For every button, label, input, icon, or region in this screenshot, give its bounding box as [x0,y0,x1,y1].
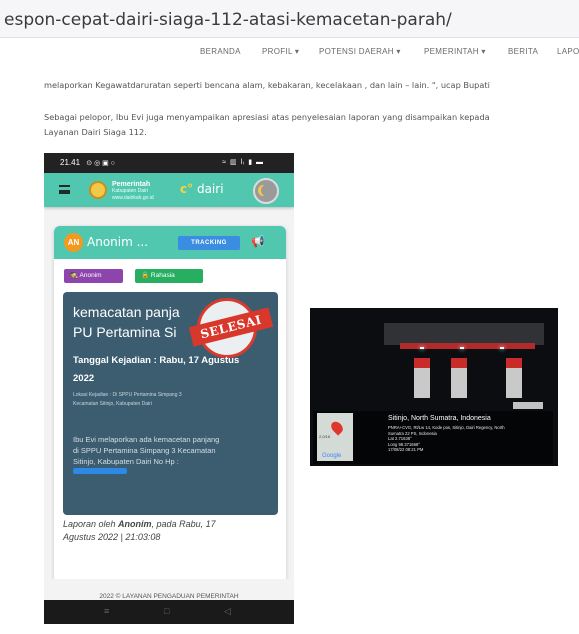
home-icon: □ [164,606,170,616]
incident-date-line-1: Tanggal Kejadian : Rabu, 17 Agustus [73,355,240,366]
app-logo-line-1: Pemerintah [112,181,151,188]
station-canopy [384,323,544,345]
status-left-icons: ⊙ ◎ ▣ ○ [86,160,115,167]
avatar: AN [64,233,83,252]
dairi-brand-text: dairi [196,182,224,196]
report-detail: kemacatan panja PU Pertamina Si SELESAI … [63,292,278,515]
incident-location: Lokasi Kejadian : Di SPPU Pertamina Simp… [73,391,273,409]
byline-name: Anonim [118,519,152,529]
menu-icon [59,185,70,194]
site-nav: BERANDA PROFIL ▾ POTENSI DAERAH ▾ PEMERI… [0,38,579,64]
article-paragraph-2-line-1: Sebagai pelopor, Ibu Evi juga menyampaik… [44,112,490,122]
report-card-header: AN Anonim ... TRACKING 📢 [54,226,286,259]
tracking-button: TRACKING [178,236,240,250]
status-time: 21.41 [60,158,81,167]
fuel-pump [506,358,522,398]
gas-station-photo: 2,0/16 Google Sitinjo, North Sumatra, In… [310,308,558,466]
reporter-name: Anonim ... [87,235,149,249]
android-nav-bar: ≡ □ ◁ [44,600,294,624]
byline-prefix: Laporan oleh [63,519,119,529]
status-right-icons: ≈ ▥ lᵢ ▮ ▬ [222,159,264,166]
canopy-light [460,347,464,349]
nav-item-beranda[interactable]: BERANDA [200,47,241,56]
incident-date: Tanggal Kejadian : Rabu, 17 Agustus 2022 [73,352,273,388]
fuel-pump [414,358,430,398]
report-byline: Laporan oleh Anonim, pada Rabu, 17 Agust… [63,518,278,544]
canopy-light [500,347,504,349]
app-header: Pemerintah Kabupaten Dairi www.dairikab.… [44,173,294,207]
gps-overlay: 2,0/16 Google Sitinjo, North Sumatra, In… [313,402,553,464]
anonim-badge: 🕵 Anonim [64,269,123,283]
incognito-icon: 🕵 [70,272,79,279]
report-body-line-1: Ibu Evi melaporkan ada kemacetan panjang [73,435,220,444]
gps-location-title: Sitinjo, North Sumatra, Indonesia [388,415,491,422]
report-body-line-3: Sitinjo, Kabupaten Dairi No Hp : [73,457,179,466]
nav-item-lapo[interactable]: LAPO [557,47,579,56]
app-logo-text: Pemerintah Kabupaten Dairi www.dairikab.… [112,181,154,202]
report-card: AN Anonim ... TRACKING 📢 🕵 Anonim 🔒 Raha… [54,226,286,609]
app-logo-line-2: Kabupaten Dairi [112,188,148,194]
report-body-line-2: di SPPU Pertamina Simpang 3 Kecamatan [73,446,216,455]
nav-item-berita[interactable]: BERITA [508,47,538,56]
gps-camera-watermark [513,402,543,409]
redacted-phone-number [73,468,127,474]
report-title-line-1: kemacatan panja [73,304,180,320]
fuel-pump [451,358,467,398]
report-title-line-2: PU Pertamina Si [73,324,177,340]
anonim-badge-label: Anonim [79,272,102,279]
url-text[interactable]: espon-cepat-dairi-siaga-112-atasi-kemace… [4,10,452,30]
megaphone-icon: 📢 [251,236,265,248]
dairi-crest-logo [89,181,107,199]
nav-item-potensi-daerah[interactable]: POTENSI DAERAH ▾ [319,47,401,56]
report-title: kemacatan panja PU Pertamina Si [73,302,180,342]
article-paragraph-1: melaporkan Kegawatdaruratan seperti benc… [44,80,490,90]
nav-item-pemerintah[interactable]: PEMERINTAH ▾ [424,47,486,56]
app-logo-line-3: www.dairikab.go.id [112,195,154,201]
article-paragraph-2-line-2: Layanan Dairi Siaga 112. [44,127,147,137]
canopy-light [420,347,424,349]
dark-mode-toggle-icon [253,178,279,204]
map-number: 2,0/16 [319,434,331,439]
byline-suffix: , pada Rabu, 17 [151,519,216,529]
phone-status-bar: 21.41 ⊙ ◎ ▣ ○ ≈ ▥ lᵢ ▮ ▬ [44,153,294,173]
gps-timestamp: 17/08/22 08:21 PM [388,447,424,452]
nav-item-profil[interactable]: PROFIL ▾ [262,47,299,56]
lock-icon: 🔒 [141,272,150,279]
address-bar[interactable]: espon-cepat-dairi-siaga-112-atasi-kemace… [0,0,579,38]
gps-minimap: 2,0/16 Google [317,413,353,461]
rahasia-badge: 🔒 Rahasia [135,269,203,283]
footer-text: 2022 © LAYANAN PENGADUAN PEMERINTAH [99,593,239,600]
report-body: Ibu Evi melaporkan ada kemacetan panjang… [73,434,273,467]
incident-date-line-2: 2022 [73,373,95,384]
dairi-brand-logo: c° dairi [180,182,224,196]
incident-location-line-1: Lokasi Kejadian : Di SPPU Pertamina Simp… [73,392,182,398]
back-icon: ◁ [224,606,231,616]
byline-date: Agustus 2022 | 21:03:08 [63,532,161,542]
map-pin-icon [328,419,346,436]
recents-icon: ≡ [104,606,110,616]
phone-screenshot: 21.41 ⊙ ◎ ▣ ○ ≈ ▥ lᵢ ▮ ▬ Pemerintah Kabu… [44,153,294,624]
incident-location-line-2: Kecamatan Sitinjo, Kabupaten Dairi [73,401,152,407]
google-logo: Google [322,453,342,459]
rahasia-badge-label: Rahasia [150,272,175,279]
